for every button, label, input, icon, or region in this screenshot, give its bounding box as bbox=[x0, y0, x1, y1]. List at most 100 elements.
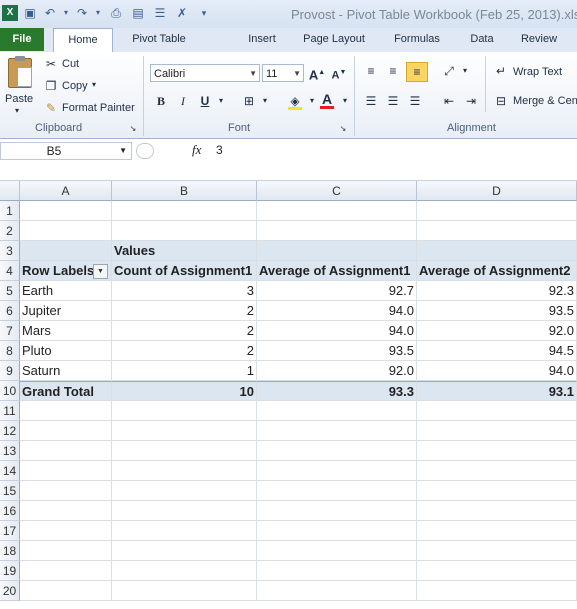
tab-insert[interactable]: Insert bbox=[240, 28, 284, 51]
copy-button[interactable]: Copy bbox=[62, 80, 88, 92]
cell[interactable] bbox=[20, 461, 112, 481]
paste-label[interactable]: Paste bbox=[5, 93, 33, 105]
cell[interactable] bbox=[20, 241, 112, 261]
cell[interactable] bbox=[417, 501, 577, 521]
font-color-icon[interactable]: A bbox=[318, 90, 336, 109]
grand-total-value[interactable]: 93.3 bbox=[257, 381, 417, 401]
insert-function-icon[interactable]: fx bbox=[192, 142, 201, 158]
font-size-combo[interactable]: 11 ▼ bbox=[262, 64, 304, 82]
pivot-value[interactable]: 94.0 bbox=[257, 301, 417, 321]
merge-center-button[interactable]: Merge & Center bbox=[513, 95, 577, 107]
cell[interactable] bbox=[20, 501, 112, 521]
cell[interactable] bbox=[257, 481, 417, 501]
pivot-value[interactable]: 93.5 bbox=[417, 301, 577, 321]
grand-total-value[interactable]: 10 bbox=[112, 381, 257, 401]
row-header-19[interactable]: 19 bbox=[0, 561, 20, 581]
quick-print-icon[interactable]: ▤ bbox=[130, 5, 146, 21]
column-header-a[interactable]: A bbox=[20, 181, 112, 201]
cell[interactable] bbox=[112, 221, 257, 241]
undo-icon[interactable]: ↶ bbox=[42, 5, 58, 21]
font-launcher-icon[interactable]: ↘ bbox=[338, 120, 348, 138]
cell[interactable] bbox=[112, 441, 257, 461]
row-header-3[interactable]: 3 bbox=[0, 241, 20, 261]
underline-dropdown-icon[interactable]: ▾ bbox=[212, 92, 230, 110]
cell[interactable] bbox=[417, 201, 577, 221]
tab-file[interactable]: File bbox=[0, 28, 44, 51]
cell[interactable] bbox=[112, 201, 257, 221]
pivot-value[interactable]: 93.5 bbox=[257, 341, 417, 361]
row-header-5[interactable]: 5 bbox=[0, 281, 20, 301]
cell[interactable] bbox=[20, 201, 112, 221]
print-preview-icon[interactable]: ⎙ bbox=[108, 5, 124, 21]
wrap-text-icon[interactable]: ↵ bbox=[492, 62, 510, 80]
cell[interactable] bbox=[257, 421, 417, 441]
chevron-down-icon[interactable]: ▼ bbox=[119, 143, 127, 159]
cell[interactable] bbox=[112, 401, 257, 421]
row-header-9[interactable]: 9 bbox=[0, 361, 20, 381]
copy-dropdown-icon[interactable]: ▾ bbox=[92, 80, 96, 89]
align-right-icon[interactable]: ☰ bbox=[406, 92, 424, 110]
grand-total-label[interactable]: Grand Total bbox=[20, 381, 112, 401]
align-center-icon[interactable]: ☰ bbox=[384, 92, 402, 110]
align-middle-icon[interactable]: ≡ bbox=[384, 62, 402, 80]
bold-button[interactable]: B bbox=[152, 92, 170, 110]
cell[interactable] bbox=[20, 481, 112, 501]
cell[interactable] bbox=[20, 441, 112, 461]
column-header-d[interactable]: D bbox=[417, 181, 577, 201]
borders-dropdown-icon[interactable]: ▾ bbox=[256, 92, 274, 110]
row-header-8[interactable]: 8 bbox=[0, 341, 20, 361]
row-header-17[interactable]: 17 bbox=[0, 521, 20, 541]
wrap-text-button[interactable]: Wrap Text bbox=[513, 66, 562, 78]
pivot-header-1[interactable]: Count of Assignment1 bbox=[112, 261, 257, 281]
pivot-value[interactable]: 92.3 bbox=[417, 281, 577, 301]
tab-data[interactable]: Data bbox=[462, 28, 502, 51]
italic-button[interactable]: I bbox=[174, 92, 192, 110]
pivot-row-label[interactable]: Saturn bbox=[20, 361, 112, 381]
cell[interactable] bbox=[257, 521, 417, 541]
tab-home[interactable]: Home bbox=[53, 28, 113, 53]
cell[interactable] bbox=[20, 581, 112, 601]
cell[interactable] bbox=[20, 521, 112, 541]
row-labels-filter-dropdown-icon[interactable]: ▼ bbox=[93, 264, 108, 279]
paste-dropdown-icon[interactable]: ▾ bbox=[15, 106, 19, 115]
spell-check-icon[interactable]: ☰ bbox=[152, 5, 168, 21]
row-header-20[interactable]: 20 bbox=[0, 581, 20, 601]
cut-button[interactable]: Cut bbox=[62, 58, 79, 70]
redo-dropdown-icon[interactable]: ▾ bbox=[90, 5, 106, 21]
cell[interactable] bbox=[257, 441, 417, 461]
row-header-6[interactable]: 6 bbox=[0, 301, 20, 321]
cell[interactable] bbox=[112, 421, 257, 441]
cell[interactable] bbox=[417, 241, 577, 261]
scissors-icon[interactable]: ✂ bbox=[42, 55, 60, 73]
row-header-18[interactable]: 18 bbox=[0, 541, 20, 561]
pivot-header-0[interactable]: Row Labels ▼ bbox=[20, 261, 112, 281]
cell[interactable] bbox=[257, 201, 417, 221]
save-icon[interactable]: ▣ bbox=[22, 5, 38, 21]
align-left-icon[interactable]: ☰ bbox=[362, 92, 380, 110]
cell[interactable] bbox=[417, 421, 577, 441]
pivot-row-label[interactable]: Mars bbox=[20, 321, 112, 341]
cell[interactable] bbox=[20, 541, 112, 561]
tab-formulas[interactable]: Formulas bbox=[387, 28, 447, 51]
cell[interactable] bbox=[417, 401, 577, 421]
cell[interactable] bbox=[417, 221, 577, 241]
pivot-header-2[interactable]: Average of Assignment1 bbox=[257, 261, 417, 281]
pivot-values-caption[interactable]: Values bbox=[112, 241, 257, 261]
column-header-b[interactable]: B bbox=[112, 181, 257, 201]
format-painter-button[interactable]: Format Painter bbox=[62, 102, 135, 114]
row-header-2[interactable]: 2 bbox=[0, 221, 20, 241]
cell[interactable] bbox=[257, 221, 417, 241]
row-header-11[interactable]: 11 bbox=[0, 401, 20, 421]
fill-color-icon[interactable]: ◈ bbox=[286, 92, 304, 110]
cell[interactable] bbox=[257, 541, 417, 561]
pivot-row-label[interactable]: Pluto bbox=[20, 341, 112, 361]
name-box[interactable]: B5 ▼ bbox=[0, 142, 132, 160]
increase-indent-icon[interactable]: ⇥ bbox=[462, 92, 480, 110]
tab-review[interactable]: Review bbox=[514, 28, 564, 51]
row-header-10[interactable]: 10 bbox=[0, 381, 20, 401]
cell[interactable] bbox=[20, 401, 112, 421]
pivot-value[interactable]: 2 bbox=[112, 321, 257, 341]
pivot-value[interactable]: 1 bbox=[112, 361, 257, 381]
row-header-15[interactable]: 15 bbox=[0, 481, 20, 501]
row-header-12[interactable]: 12 bbox=[0, 421, 20, 441]
